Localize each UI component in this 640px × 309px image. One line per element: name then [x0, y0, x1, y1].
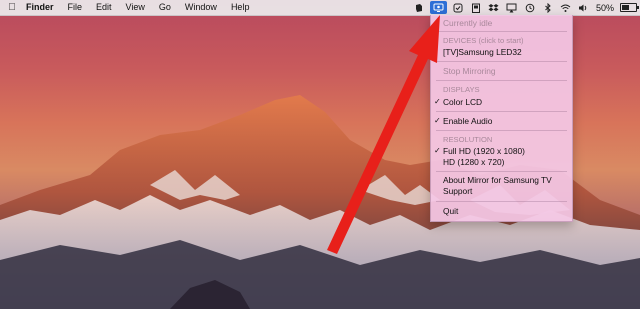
- apple-icon[interactable]: : [2, 2, 22, 13]
- enable-audio-label: Enable Audio: [443, 116, 493, 126]
- menu-edit[interactable]: Edit: [89, 0, 119, 15]
- menu-separator: [436, 111, 567, 112]
- status-item: Currently idle: [431, 17, 572, 29]
- checkmark-icon: ✓: [434, 116, 441, 125]
- airplay-icon[interactable]: [505, 1, 519, 14]
- bluetooth-icon[interactable]: [541, 1, 555, 14]
- mirror-icon[interactable]: [429, 1, 447, 14]
- color-lcd-label: Color LCD: [443, 97, 483, 107]
- menu-separator: [436, 171, 567, 172]
- menu-separator: [436, 31, 567, 32]
- battery-level-fill: [622, 5, 629, 10]
- about-label: About Mirror for Samsung TV: [443, 175, 552, 185]
- quit-item[interactable]: Quit: [431, 205, 572, 217]
- menu-help[interactable]: Help: [224, 0, 257, 15]
- displays-header: DISPLAYS: [431, 84, 572, 96]
- displays-header-label: DISPLAYS: [443, 85, 480, 94]
- menu-separator: [436, 80, 567, 81]
- device-item-samsung[interactable]: [TV]Samsung LED32: [431, 46, 572, 58]
- clipboard-icon[interactable]: [469, 1, 483, 14]
- support-label: Support: [443, 186, 473, 196]
- about-support-item[interactable]: About Mirror for Samsung TV Support: [443, 175, 569, 197]
- display-item-color-lcd[interactable]: ✓ Color LCD: [431, 96, 572, 108]
- evernote-icon[interactable]: [412, 1, 426, 14]
- time-machine-icon[interactable]: [523, 1, 537, 14]
- menu-separator: [436, 201, 567, 202]
- menu-separator: [436, 130, 567, 131]
- dropbox-icon[interactable]: [487, 1, 501, 14]
- stop-mirroring-label: Stop Mirroring: [443, 66, 496, 76]
- volume-icon[interactable]: [577, 1, 591, 14]
- device-label: [TV]Samsung LED32: [443, 47, 522, 57]
- quit-label: Quit: [443, 206, 459, 216]
- checkmark-icon: ✓: [434, 97, 441, 106]
- menu-bar:  Finder File Edit View Go Window Help: [0, 0, 640, 16]
- resolution-item-hd[interactable]: HD (1280 x 720): [431, 156, 572, 168]
- menu-window[interactable]: Window: [178, 0, 224, 15]
- checkbox-icon[interactable]: [451, 1, 465, 14]
- battery-icon[interactable]: [620, 3, 639, 12]
- wifi-icon[interactable]: [559, 1, 573, 14]
- hd-label: HD (1280 x 720): [443, 157, 505, 167]
- stop-mirroring-item[interactable]: Stop Mirroring: [431, 65, 572, 77]
- menu-finder[interactable]: Finder: [22, 0, 61, 15]
- menu-file[interactable]: File: [61, 0, 90, 15]
- enable-audio-item[interactable]: ✓ Enable Audio: [431, 115, 572, 127]
- mirror-dropdown-menu: Currently idle DEVICES (click to start) …: [430, 15, 573, 222]
- battery-percent[interactable]: 50%: [596, 3, 614, 13]
- menu-separator: [436, 61, 567, 62]
- menu-view[interactable]: View: [119, 0, 152, 15]
- menu-go[interactable]: Go: [152, 0, 178, 15]
- status-label: Currently idle: [443, 18, 493, 28]
